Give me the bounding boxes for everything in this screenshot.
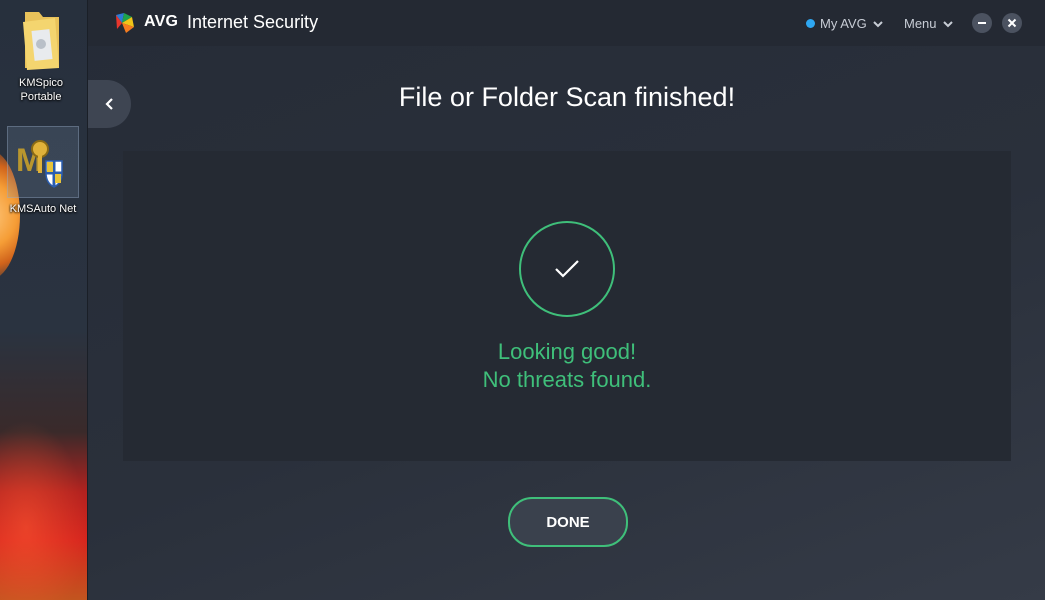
page-title: File or Folder Scan finished! <box>398 82 736 112</box>
menu-dropdown[interactable]: Menu <box>904 16 954 31</box>
desktop-icon-kmspico[interactable]: KMSpico Portable <box>2 6 80 104</box>
desktop-icon-label: KMSpico Portable <box>18 77 64 103</box>
my-avg-dropdown[interactable]: My AVG <box>806 16 884 31</box>
desktop-icon-kmsauto[interactable]: M KMSAuto Net <box>4 126 82 216</box>
chevron-down-icon <box>942 20 953 27</box>
minimize-icon <box>978 22 986 24</box>
desktop-icon-label: KMSAuto Net <box>9 203 77 215</box>
result-panel: Looking good! No threats found. <box>123 151 1011 461</box>
done-button[interactable]: DONE <box>508 497 628 547</box>
status-dot <box>806 19 815 28</box>
menu-label: Menu <box>904 16 937 31</box>
desktop-wallpaper-glow <box>0 420 87 600</box>
minimize-button[interactable] <box>972 13 992 33</box>
success-badge <box>519 221 615 317</box>
close-icon <box>1007 18 1017 28</box>
desktop-background: KMSpico Portable M KMSAuto Net <box>0 0 87 600</box>
app-product-name: Internet Security <box>187 12 319 32</box>
folder-icon <box>23 12 59 70</box>
my-avg-label: My AVG <box>820 16 867 31</box>
avg-window: AVG Internet Security My AVG Menu File o… <box>87 0 1045 600</box>
checkmark-icon <box>555 260 579 278</box>
kmsauto-icon: M <box>7 126 79 198</box>
app-brand: AVG <box>144 13 179 30</box>
status-message-primary: Looking good! <box>497 339 637 364</box>
avg-logo-icon <box>116 13 134 33</box>
title-bar: AVG Internet Security My AVG Menu <box>88 0 1045 46</box>
status-message-secondary: No threats found. <box>482 367 652 392</box>
chevron-down-icon <box>873 20 883 27</box>
close-button[interactable] <box>1002 13 1022 33</box>
